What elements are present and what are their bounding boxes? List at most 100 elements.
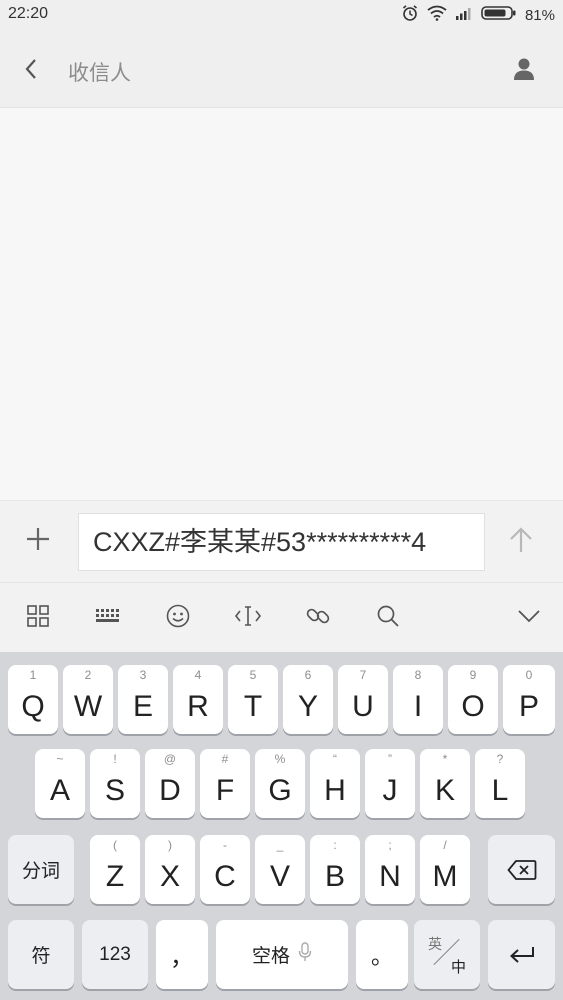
title-bar: 收信人 [0, 30, 563, 108]
key-hint: _ [276, 838, 284, 852]
hide-keyboard-button[interactable] [511, 600, 547, 636]
key-u[interactable]: 7U [338, 665, 388, 734]
space-key[interactable]: 空格 [216, 920, 348, 989]
back-button[interactable] [14, 54, 48, 88]
key-m[interactable]: / M [420, 835, 470, 904]
key-hint: 4 [194, 668, 202, 682]
keyboard: 1Q 2W 3E 4R 5T 6Y 7U 8I 9O 0P ~ A ! S @ D #… [0, 652, 563, 1000]
grid-icon [27, 604, 49, 632]
key-label: L [491, 774, 509, 807]
key-q[interactable]: 1Q [8, 665, 58, 734]
microphone-icon [298, 941, 312, 968]
key-label: V [269, 860, 290, 893]
key-c[interactable]: -C [200, 835, 250, 904]
segment-key[interactable]: 分词 [8, 835, 74, 904]
key-label: Y [297, 690, 318, 723]
arrow-up-icon [508, 526, 534, 559]
key-h[interactable]: “H [310, 749, 360, 818]
key-b[interactable]: :B [310, 835, 360, 904]
key-x[interactable]: ) X [145, 835, 195, 904]
key-label: T [243, 690, 263, 723]
battery-percent: 81% [524, 6, 555, 24]
ime-menu-button[interactable] [20, 600, 56, 636]
key-r[interactable]: 4R [173, 665, 223, 734]
key-v[interactable]: _ V [255, 835, 305, 904]
space-key-label: 空格 [251, 946, 290, 967]
key-label: X [159, 860, 180, 893]
key-hint: ; [388, 838, 392, 852]
cursor-button[interactable] [230, 600, 266, 636]
backspace-key[interactable] [488, 835, 555, 904]
key-label: S [104, 774, 125, 807]
message-list[interactable] [0, 108, 563, 500]
status-bar: 22:20 81% [0, 0, 563, 30]
segment-key-label: 分词 [21, 861, 60, 882]
emoji-icon [166, 604, 190, 633]
search-icon [376, 604, 400, 633]
key-w[interactable]: 2W [63, 665, 113, 734]
contacts-button[interactable] [507, 54, 541, 88]
language-switch-key[interactable]: 英 中 [414, 920, 480, 989]
status-icons: 81% [401, 4, 555, 26]
message-input[interactable]: CXXZ#李某某#53**********4 [78, 513, 485, 571]
symbols-key[interactable]: 符 [8, 920, 74, 989]
key-label: J [382, 774, 398, 807]
key-hint: @ [163, 752, 177, 766]
key-label: Q [21, 690, 45, 723]
key-hint: “ [333, 752, 337, 766]
key-hint: 7 [359, 668, 367, 682]
numbers-key[interactable]: 123 [82, 920, 148, 989]
comma-key[interactable]: ， [156, 920, 208, 989]
wifi-icon [427, 5, 447, 25]
key-z[interactable]: (Z [90, 835, 140, 904]
key-f[interactable]: # F [200, 749, 250, 818]
key-hint: : [333, 838, 337, 852]
key-hint: # [221, 752, 229, 766]
key-d[interactable]: @ D [145, 749, 195, 818]
key-y[interactable]: 6Y [283, 665, 333, 734]
symbols-key-label: 符 [31, 946, 51, 967]
comma-key-label: ， [170, 944, 194, 971]
emoji-button[interactable] [160, 600, 196, 636]
key-n[interactable]: ; N [365, 835, 415, 904]
key-hint: 8 [414, 668, 422, 682]
enter-key[interactable] [488, 920, 555, 989]
alarm-icon [401, 4, 419, 26]
key-a[interactable]: ~ A [35, 749, 85, 818]
key-t[interactable]: 5T [228, 665, 278, 734]
link-icon [305, 603, 331, 634]
key-hint: ” [388, 752, 392, 766]
key-hint: 0 [525, 668, 533, 682]
key-hint: / [443, 838, 447, 852]
language-zh-label: 中 [450, 959, 466, 976]
key-hint: - [223, 838, 227, 852]
key-label: C [214, 860, 236, 893]
key-i[interactable]: 8I [393, 665, 443, 734]
key-l[interactable]: ? L [475, 749, 525, 818]
key-j[interactable]: ” J [365, 749, 415, 818]
key-e[interactable]: 3E [118, 665, 168, 734]
key-hint: 5 [249, 668, 257, 682]
key-k[interactable]: * K [420, 749, 470, 818]
compose-bar: CXXZ#李某某#53**********4 [0, 500, 563, 582]
key-label: P [518, 690, 539, 723]
search-button[interactable] [370, 600, 406, 636]
key-p[interactable]: 0P [503, 665, 555, 734]
key-hint: ( [113, 838, 117, 852]
recipient-field[interactable]: 收信人 [68, 57, 131, 87]
chevron-down-icon [517, 609, 541, 628]
period-key[interactable]: 。 [356, 920, 408, 989]
language-en-label: 英 [428, 936, 442, 952]
keyboard-layout-button[interactable] [90, 600, 126, 636]
plus-icon [25, 526, 51, 557]
key-g[interactable]: % G [255, 749, 305, 818]
key-label: H [324, 774, 346, 807]
send-button[interactable] [501, 522, 541, 562]
key-s[interactable]: ! S [90, 749, 140, 818]
key-o[interactable]: 9O [448, 665, 498, 734]
key-label: A [49, 774, 70, 807]
link-button[interactable] [300, 600, 336, 636]
key-hint: ? [496, 752, 504, 766]
attach-button[interactable] [18, 521, 58, 561]
key-hint: 9 [469, 668, 477, 682]
